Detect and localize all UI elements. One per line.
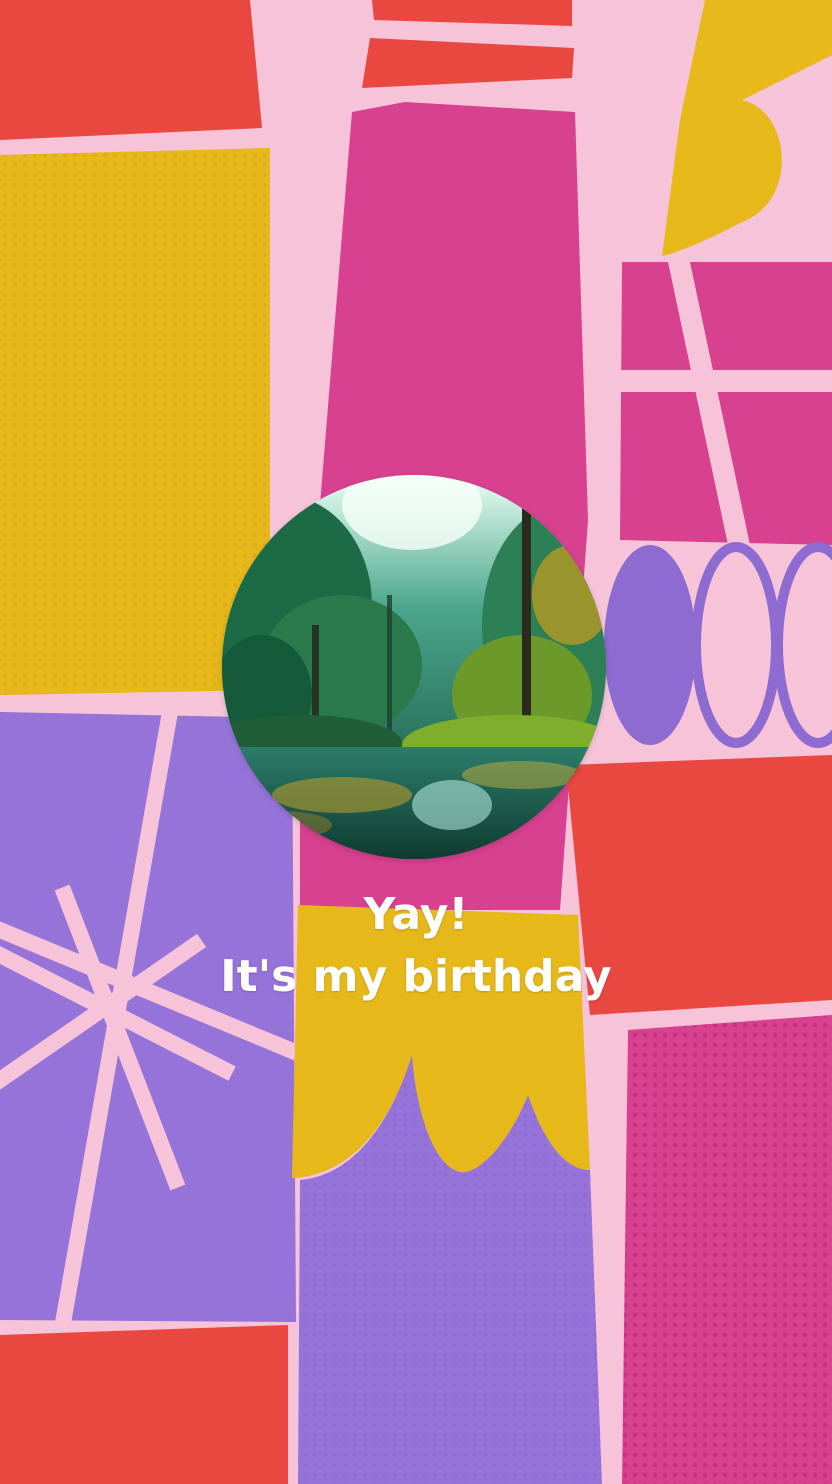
yellow-shape-top-right	[662, 0, 832, 256]
purple-oval-outline-2	[773, 542, 832, 748]
forest-pond-image	[222, 475, 606, 859]
red-box-top-left	[0, 0, 262, 140]
greeting-line-2: It's my birthday	[220, 951, 612, 1002]
magenta-box-bottom-right-dots	[622, 1015, 832, 1484]
red-box-bottom-left	[0, 1325, 288, 1484]
forest-illustration	[222, 475, 606, 859]
ribbon-horizontal	[610, 370, 832, 392]
purple-oval-outline-1	[691, 542, 781, 748]
red-strip-top-1	[372, 0, 572, 26]
birthday-card: Yay! It's my birthday	[0, 0, 832, 1484]
purple-oval-filled	[604, 545, 696, 745]
birthday-greeting: Yay! It's my birthday	[166, 884, 666, 1008]
red-strip-top-2	[362, 38, 574, 88]
greeting-line-1: Yay!	[363, 889, 469, 940]
